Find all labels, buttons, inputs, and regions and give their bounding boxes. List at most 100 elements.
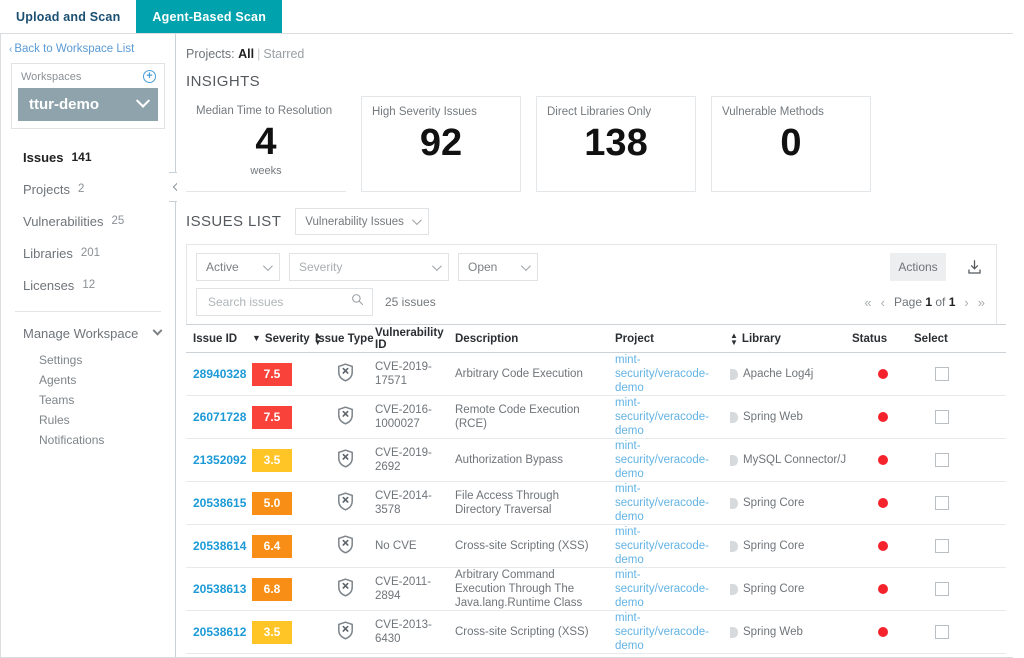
sidebar-item-rules[interactable]: Rules	[1, 410, 175, 430]
issue-id-link[interactable]: 28940328	[193, 367, 246, 381]
chevron-down-icon	[411, 215, 422, 226]
tab-agent-based-scan[interactable]: Agent-Based Scan	[136, 0, 283, 33]
cell-project: mint-security/veracode-demo	[615, 525, 730, 567]
app-root: Upload and Scan Agent-Based Scan ‹ Back t…	[0, 0, 1024, 658]
row-select-checkbox[interactable]	[935, 625, 949, 639]
cell-issue-id: 21352092	[186, 453, 252, 467]
project-link[interactable]: mint-security/veracode-demo	[615, 354, 709, 394]
library-name: Spring Web	[743, 626, 803, 638]
filter-status-dropdown[interactable]: Open	[458, 253, 538, 281]
tab-upload-and-scan[interactable]: Upload and Scan	[0, 0, 137, 33]
status-badge	[878, 369, 888, 379]
sidebar-item-licenses[interactable]: Licenses 12	[1, 269, 175, 301]
column-header-library[interactable]: ▲ ▼ Library	[730, 331, 852, 346]
projects-filter-starred[interactable]: Starred	[263, 47, 304, 61]
issue-id-link[interactable]: 21352092	[193, 453, 246, 467]
sidebar-item-manage-workspace[interactable]: Manage Workspace	[1, 316, 175, 350]
projects-filter-all[interactable]: All	[238, 47, 254, 61]
sidebar-item-issues[interactable]: Issues 141	[1, 141, 175, 173]
column-header-issue-id[interactable]: Issue ID	[186, 333, 252, 345]
main-content: Projects: All | Starred INSIGHTS Median Ti…	[177, 34, 1013, 657]
row-select-checkbox[interactable]	[935, 453, 949, 467]
project-link[interactable]: mint-security/veracode-demo	[615, 440, 709, 480]
pagination-first-button[interactable]: «	[864, 295, 871, 310]
insight-card-value: 92	[419, 122, 463, 164]
download-icon[interactable]	[961, 253, 987, 281]
back-to-workspace-list-link[interactable]: ‹ Back to Workspace List	[9, 43, 175, 55]
sidebar-item-settings[interactable]: Settings	[1, 350, 175, 370]
cell-select	[914, 367, 970, 381]
severity-badge: 3.5	[252, 448, 292, 472]
library-icon	[730, 497, 738, 509]
project-link[interactable]: mint-security/veracode-demo	[615, 526, 709, 566]
sidebar-item-teams[interactable]: Teams	[1, 390, 175, 410]
actions-button[interactable]: Actions	[890, 253, 946, 281]
sidebar-item-vulnerabilities[interactable]: Vulnerabilities 25	[1, 205, 175, 237]
sidebar-item-vulnerabilities-count: 25	[111, 215, 125, 227]
workspace-dropdown[interactable]: ttur-demo	[18, 88, 158, 121]
search-icon[interactable]	[351, 293, 364, 311]
sidebar-item-notifications[interactable]: Notifications	[1, 430, 175, 450]
insight-card-value: 138	[584, 122, 648, 164]
status-badge	[878, 455, 888, 465]
sidebar-item-projects[interactable]: Projects 2	[1, 173, 175, 205]
issue-id-link[interactable]: 20538613	[193, 582, 246, 596]
issue-id-link[interactable]: 20538612	[193, 625, 246, 639]
insight-card-value: 0	[780, 122, 802, 164]
column-header-description[interactable]: Description	[455, 333, 615, 345]
status-badge	[878, 498, 888, 508]
table-row[interactable]: 28940328 7.5 CVE-2019-17571 Arbitrary Code …	[186, 353, 1006, 396]
column-header-status[interactable]: Status	[852, 333, 914, 345]
cell-status	[852, 584, 914, 594]
project-link[interactable]: mint-security/veracode-demo	[615, 612, 709, 652]
column-header-project[interactable]: Project	[615, 333, 730, 345]
cell-description: Arbitrary Command Execution Through The …	[455, 569, 583, 609]
issue-id-link[interactable]: 20538615	[193, 496, 246, 510]
column-header-severity[interactable]: ▼ Severity ▲ ▼	[252, 331, 322, 346]
row-select-checkbox[interactable]	[935, 410, 949, 424]
pagination-last-button[interactable]: »	[978, 295, 985, 310]
table-row[interactable]: 20538612 3.5 CVE-2013-6430 Cross-site Scrip…	[186, 611, 1006, 654]
row-select-checkbox[interactable]	[935, 496, 949, 510]
chevron-down-icon	[152, 325, 163, 336]
table-row[interactable]: 20538614 6.4 No CVE Cross-site Scripting (X…	[186, 525, 1006, 568]
issue-id-link[interactable]: 26071728	[193, 410, 246, 424]
column-header-select[interactable]: Select	[914, 333, 970, 345]
pagination-next-button[interactable]: ›	[964, 295, 968, 310]
pagination-total-pages: 1	[948, 295, 956, 309]
table-row[interactable]: 20538613 6.8 CVE-2011-2894 Arbitrary Comman…	[186, 568, 1006, 611]
issue-kind-dropdown[interactable]: Vulnerability Issues	[295, 208, 429, 235]
column-header-issue-type[interactable]: Issue Type	[315, 333, 375, 345]
cell-issue-id: 20538612	[186, 625, 252, 639]
sidebar-item-agents[interactable]: Agents	[1, 370, 175, 390]
cell-project: mint-security/veracode-demo	[615, 611, 730, 653]
plus-circle-icon[interactable]: +	[143, 70, 156, 83]
table-row[interactable]: 20538615 5.0 CVE-2014-3578 File Access Thro…	[186, 482, 1006, 525]
cell-select	[914, 496, 970, 510]
row-select-checkbox[interactable]	[935, 367, 949, 381]
row-select-checkbox[interactable]	[935, 539, 949, 553]
search-row: 25 issues « ‹ Page 1 of 1 › »	[196, 288, 987, 324]
search-issues-box[interactable]	[196, 288, 373, 316]
search-input[interactable]	[206, 294, 346, 310]
back-link-label: Back to Workspace List	[14, 43, 135, 55]
cell-severity: 6.8	[252, 577, 315, 601]
cell-description: Arbitrary Code Execution	[455, 368, 583, 380]
table-row[interactable]: 21352092 3.5 CVE-2019-2692 Authorization By…	[186, 439, 1006, 482]
filter-active-dropdown[interactable]: Active	[196, 253, 280, 281]
project-link[interactable]: mint-security/veracode-demo	[615, 483, 709, 523]
table-row[interactable]: 26071728 7.5 CVE-2016-1000027 Remote Code E…	[186, 396, 1006, 439]
column-header-project-label: Project	[615, 332, 654, 345]
cell-library: Apache Log4j	[730, 368, 852, 380]
insight-card-title: Median Time to Resolution	[196, 105, 333, 117]
column-header-vulnerability-id[interactable]: Vulnerability ID	[375, 327, 455, 351]
project-link[interactable]: mint-security/veracode-demo	[615, 569, 709, 609]
row-select-checkbox[interactable]	[935, 582, 949, 596]
pagination-prev-button[interactable]: ‹	[881, 295, 885, 310]
filter-severity-dropdown[interactable]: Severity	[289, 253, 449, 281]
cell-severity: 7.5	[252, 362, 315, 386]
project-link[interactable]: mint-security/veracode-demo	[615, 397, 709, 437]
cell-vulnerability-id: CVE-2014-3578	[375, 490, 432, 516]
issue-id-link[interactable]: 20538614	[193, 539, 246, 553]
sidebar-item-libraries[interactable]: Libraries 201	[1, 237, 175, 269]
